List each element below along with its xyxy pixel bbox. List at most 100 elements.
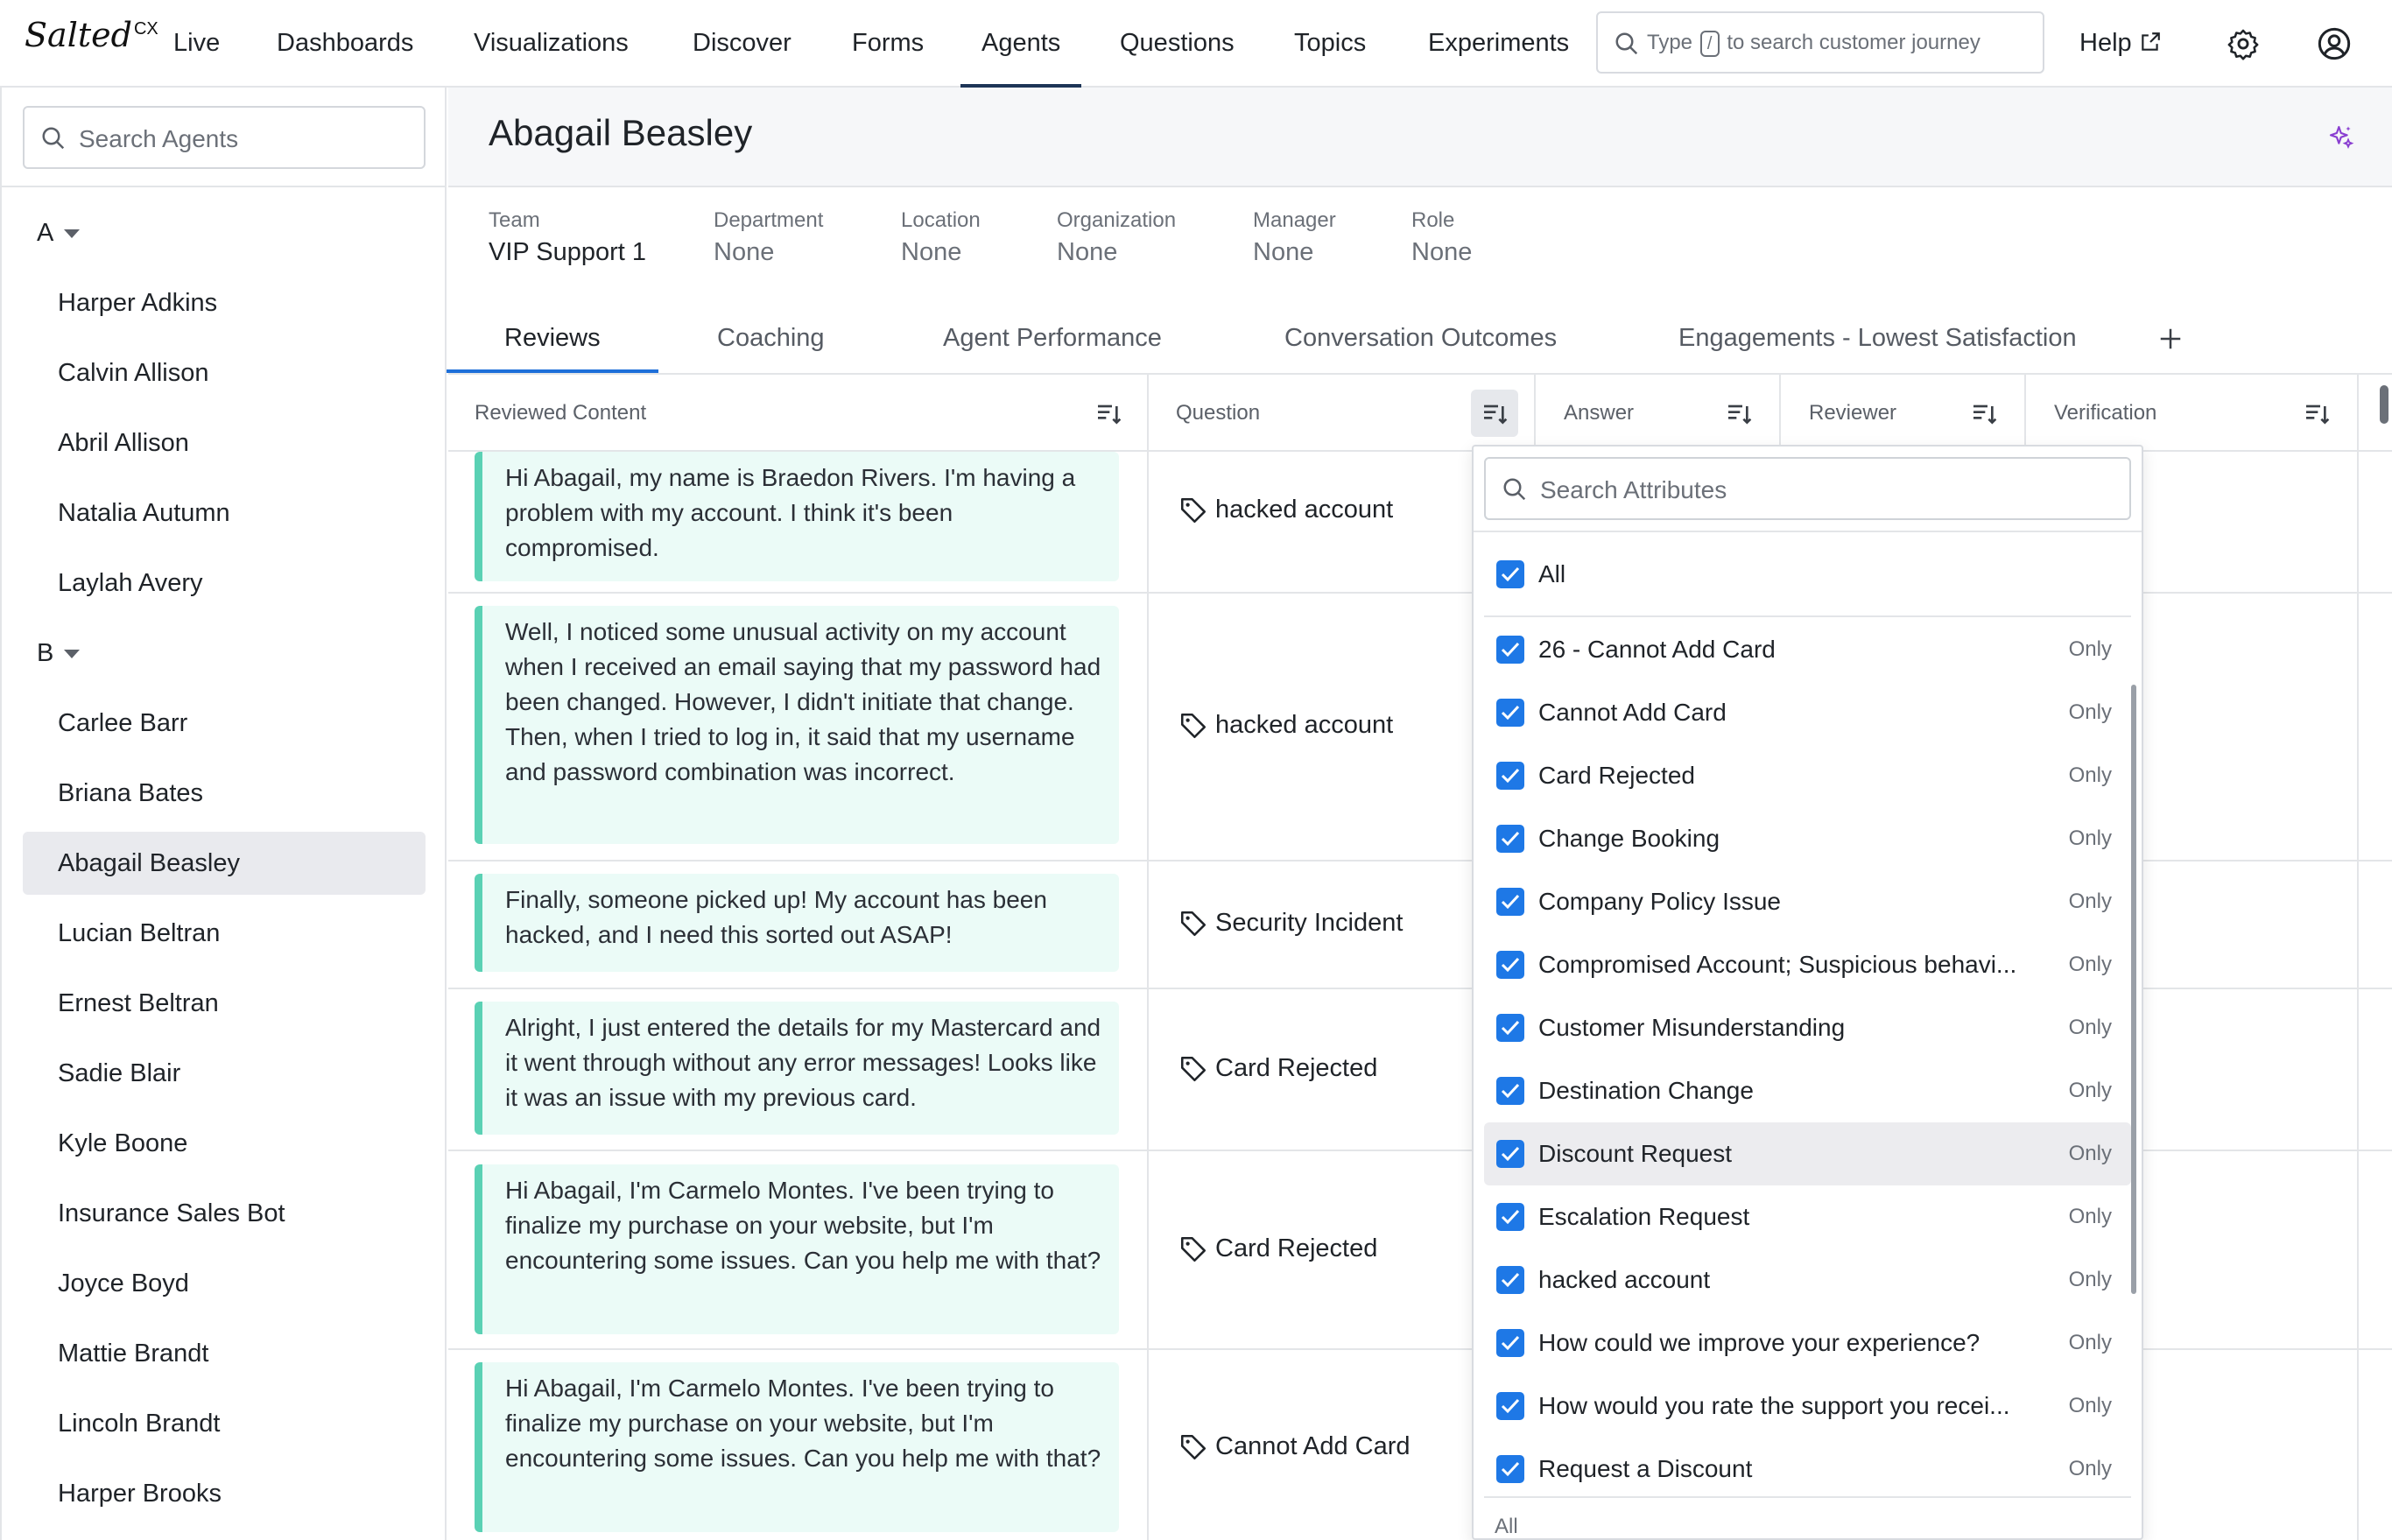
attribute-search-input[interactable]: Search Attributes xyxy=(1484,457,2131,520)
checkbox-checked[interactable] xyxy=(1496,1455,1524,1483)
checkbox-checked[interactable] xyxy=(1496,560,1524,588)
sidebar-item-agent[interactable]: Abril Allison xyxy=(23,411,426,475)
nav-dashboards[interactable]: Dashboards xyxy=(277,0,413,88)
question-filter-button[interactable] xyxy=(1471,390,1518,437)
question-tag[interactable]: Security Incident xyxy=(1178,909,1403,939)
filter-option[interactable]: Cannot Add Card Only xyxy=(1484,681,2131,744)
gear-icon[interactable] xyxy=(2227,27,2260,60)
checkbox-checked[interactable] xyxy=(1496,1014,1524,1042)
sidebar-item-agent[interactable]: Lucian Beltran xyxy=(23,902,426,965)
only-button[interactable]: Only xyxy=(2069,870,2112,933)
filter-option[interactable]: How would you rate the support you recei… xyxy=(1484,1375,2131,1438)
checkbox-checked[interactable] xyxy=(1496,1266,1524,1294)
sidebar-item-agent[interactable]: Kyle Boone xyxy=(23,1112,426,1175)
nav-visualizations[interactable]: Visualizations xyxy=(474,0,629,88)
only-button[interactable]: Only xyxy=(2069,807,2112,870)
checkbox-checked[interactable] xyxy=(1496,951,1524,979)
checkbox-checked[interactable] xyxy=(1496,1392,1524,1420)
question-tag[interactable]: hacked account xyxy=(1178,711,1393,741)
agent-search-input[interactable]: Search Agents xyxy=(23,106,426,169)
filter-option[interactable]: Company Policy Issue Only xyxy=(1484,870,2131,933)
checkbox-checked[interactable] xyxy=(1496,1077,1524,1105)
question-tag[interactable]: hacked account xyxy=(1178,496,1393,525)
only-button[interactable]: Only xyxy=(2069,681,2112,744)
question-tag[interactable]: Card Rejected xyxy=(1178,1054,1377,1084)
filter-option[interactable]: Customer Misunderstanding Only xyxy=(1484,996,2131,1059)
only-button[interactable]: Only xyxy=(2069,1375,2112,1438)
nav-live[interactable]: Live xyxy=(173,0,220,88)
checkbox-checked[interactable] xyxy=(1496,888,1524,916)
app-logo[interactable]: Salted CX xyxy=(25,16,158,54)
filter-option[interactable]: Compromised Account; Suspicious behavi..… xyxy=(1484,933,2131,996)
only-button[interactable]: Only xyxy=(2069,1438,2112,1501)
filter-option-all[interactable]: All xyxy=(1484,543,2131,606)
checkbox-checked[interactable] xyxy=(1496,1140,1524,1168)
sidebar-item-agent[interactable]: Harper Brooks xyxy=(23,1462,426,1525)
checkbox-checked[interactable] xyxy=(1496,825,1524,853)
filter-option[interactable]: Card Rejected Only xyxy=(1484,744,2131,807)
group-header-b[interactable]: B xyxy=(37,639,81,668)
checkbox-checked[interactable] xyxy=(1496,636,1524,664)
checkbox-checked[interactable] xyxy=(1496,1203,1524,1231)
nav-topics[interactable]: Topics xyxy=(1294,0,1366,88)
sort-filter-icon[interactable] xyxy=(2303,399,2331,427)
sort-filter-icon[interactable] xyxy=(1094,399,1122,427)
filter-option[interactable]: hacked account Only xyxy=(1484,1248,2131,1311)
filter-option[interactable]: Destination Change Only xyxy=(1484,1059,2131,1122)
only-button[interactable]: Only xyxy=(2069,1248,2112,1311)
filter-option[interactable]: Escalation Request Only xyxy=(1484,1185,2131,1248)
filter-option[interactable]: 26 - Cannot Add Card Only xyxy=(1484,618,2131,681)
tab-engagements-lowest-satisfaction[interactable]: Engagements - Lowest Satisfaction xyxy=(1678,324,2077,373)
nav-questions[interactable]: Questions xyxy=(1120,0,1235,88)
sidebar-item-agent[interactable]: Natalia Autumn xyxy=(23,482,426,545)
filter-option[interactable]: Change Booking Only xyxy=(1484,807,2131,870)
reviewed-content-bubble[interactable]: Hi Abagail, I'm Carmelo Montes. I've bee… xyxy=(475,1362,1119,1532)
only-button[interactable]: Only xyxy=(2069,744,2112,807)
sidebar-item-agent[interactable]: Joyce Boyd xyxy=(23,1252,426,1315)
sidebar-item-agent[interactable]: Laylah Avery xyxy=(23,552,426,615)
checkbox-checked[interactable] xyxy=(1496,1329,1524,1357)
question-tag[interactable]: Cannot Add Card xyxy=(1178,1432,1410,1462)
dropdown-scrollbar[interactable] xyxy=(2131,685,2136,1294)
question-tag[interactable]: Card Rejected xyxy=(1178,1234,1377,1264)
add-tab-icon[interactable] xyxy=(2157,326,2184,352)
ai-sparkle-icon[interactable] xyxy=(2327,123,2355,151)
reviewed-content-bubble[interactable]: Hi Abagail, I'm Carmelo Montes. I've bee… xyxy=(475,1164,1119,1334)
checkbox-checked[interactable] xyxy=(1496,762,1524,790)
reviewed-content-bubble[interactable]: Finally, someone picked up! My account h… xyxy=(475,874,1119,972)
only-button[interactable]: Only xyxy=(2069,618,2112,681)
nav-experiments[interactable]: Experiments xyxy=(1428,0,1569,88)
sort-filter-icon[interactable] xyxy=(1970,399,1998,427)
filter-option[interactable]: How could we improve your experience? Onl… xyxy=(1484,1311,2131,1375)
group-header-a[interactable]: A xyxy=(37,219,81,248)
sidebar-item-agent[interactable]: Calvin Allison xyxy=(23,341,426,404)
horizontal-scrollbar[interactable] xyxy=(2380,385,2388,424)
only-button[interactable]: Only xyxy=(2069,996,2112,1059)
sidebar-item-agent[interactable]: Mattie Brandt xyxy=(23,1322,426,1385)
user-account-icon[interactable] xyxy=(2317,26,2352,61)
tab-reviews[interactable]: Reviews xyxy=(504,324,601,373)
nav-discover[interactable]: Discover xyxy=(693,0,791,88)
checkbox-checked[interactable] xyxy=(1496,699,1524,727)
journey-search-input[interactable]: Type / to search customer journey xyxy=(1596,11,2044,74)
reviewed-content-bubble[interactable]: Hi Abagail, my name is Braedon Rivers. I… xyxy=(475,452,1119,581)
only-button[interactable]: Only xyxy=(2069,1311,2112,1375)
tab-coaching[interactable]: Coaching xyxy=(717,324,825,373)
only-button[interactable]: Only xyxy=(2069,933,2112,996)
only-button[interactable]: Only xyxy=(2069,1059,2112,1122)
dropdown-footer-all[interactable]: All xyxy=(1495,1515,1518,1539)
tab-agent-performance[interactable]: Agent Performance xyxy=(943,324,1162,373)
sort-filter-icon[interactable] xyxy=(1725,399,1753,427)
sidebar-item-agent[interactable]: Sadie Blair xyxy=(23,1042,426,1105)
nav-forms[interactable]: Forms xyxy=(852,0,924,88)
sidebar-item-agent[interactable]: Briana Bates xyxy=(23,762,426,825)
reviewed-content-bubble[interactable]: Well, I noticed some unusual activity on… xyxy=(475,606,1119,844)
sidebar-item-agent[interactable]: Insurance Sales Bot xyxy=(23,1182,426,1245)
sidebar-item-agent[interactable]: Carlee Barr xyxy=(23,692,426,755)
sidebar-item-agent-selected[interactable]: Abagail Beasley xyxy=(23,832,426,895)
reviewed-content-bubble[interactable]: Alright, I just entered the details for … xyxy=(475,1002,1119,1135)
only-button[interactable]: Only xyxy=(2069,1185,2112,1248)
nav-agents[interactable]: Agents xyxy=(960,0,1082,88)
filter-option-hovered[interactable]: Discount Request Only xyxy=(1484,1122,2131,1185)
sidebar-item-agent[interactable]: Ernest Beltran xyxy=(23,972,426,1035)
